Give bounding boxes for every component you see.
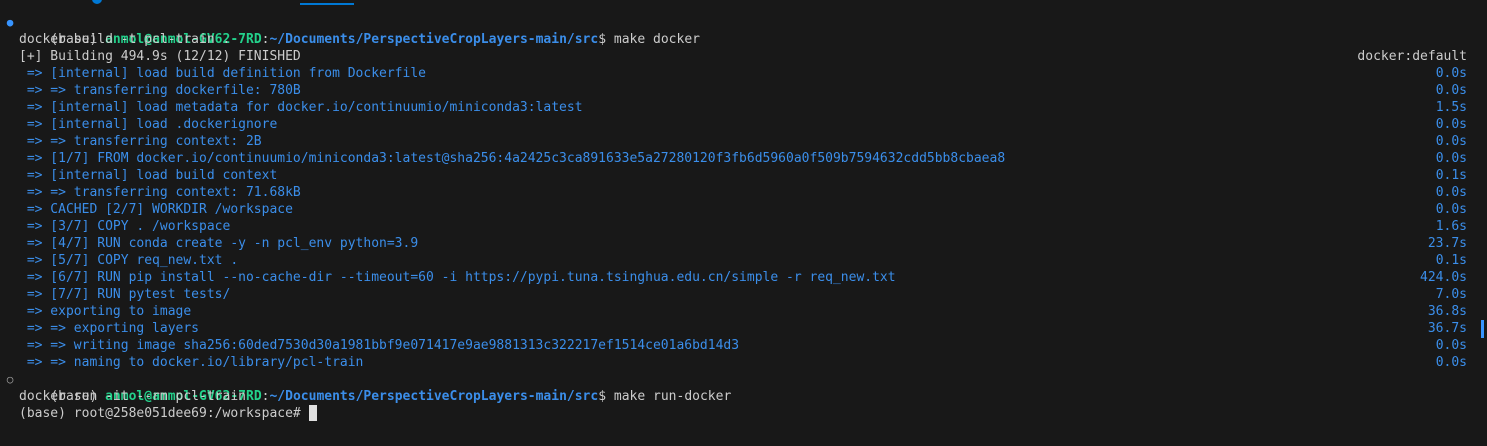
build-step-line: => [5/7] COPY req_new.txt . 0.1s: [0, 252, 1487, 269]
build-step-time: 36.8s: [1427, 304, 1467, 319]
vertical-scrollbar[interactable]: [1473, 0, 1487, 446]
build-step-text: => [1/7] FROM docker.io/continuumio/mini…: [19, 151, 1006, 166]
build-step-text: => => naming to docker.io/library/pcl-tr…: [19, 355, 364, 370]
build-step-time: 0.0s: [1435, 66, 1467, 81]
build-step-text: => [4/7] RUN conda create -y -n pcl_env …: [19, 236, 419, 251]
build-step-time: 1.6s: [1435, 219, 1467, 234]
build-step-text: => => transferring context: 2B: [19, 134, 262, 149]
build-step-time: 0.0s: [1435, 185, 1467, 200]
build-step-line: => exporting to image 36.8s: [0, 303, 1487, 320]
echo-text: docker run -it --rm pcl-train: [19, 389, 246, 404]
command-running-icon[interactable]: ○: [4, 371, 16, 388]
build-step-text: => [internal] load metadata for docker.i…: [19, 100, 583, 115]
build-header: [+] Building 494.9s (12/12) FINISHED dock…: [0, 48, 1487, 65]
build-step-text: => [5/7] COPY req_new.txt .: [19, 253, 239, 268]
active-tab-underline: [300, 3, 354, 5]
build-step-text: => [3/7] COPY . /workspace: [19, 219, 231, 234]
build-step-time: 0.0s: [1435, 151, 1467, 166]
build-step-text: => => writing image sha256:60ded7530d30a…: [19, 338, 740, 353]
terminal-panel[interactable]: ● (base) anmol@anmol-GV62-7RD:~/Documents…: [0, 0, 1487, 446]
build-step-time: 0.1s: [1435, 253, 1467, 268]
build-step-text: => [internal] load build context: [19, 168, 278, 183]
build-step-text: => exporting to image: [19, 304, 192, 319]
build-step-line: => => exporting layers 36.7s: [0, 320, 1487, 337]
text-cursor: [308, 405, 317, 421]
build-step-text: => [internal] load build definition from…: [19, 66, 426, 81]
build-step-line: => => transferring context: 2B 0.0s: [0, 133, 1487, 150]
container-prompt: (base) root@258e051dee69:/workspace#: [19, 406, 309, 421]
container-prompt-line[interactable]: (base) root@258e051dee69:/workspace#: [0, 405, 1487, 422]
build-step-line: => [4/7] RUN conda create -y -n pcl_env …: [0, 235, 1487, 252]
build-step-time: 36.7s: [1427, 321, 1467, 336]
build-step-text: => [7/7] RUN pytest tests/: [19, 287, 231, 302]
build-step-time: 1.5s: [1435, 100, 1467, 115]
build-step-time: 0.0s: [1435, 117, 1467, 132]
build-step-line: => [6/7] RUN pip install --no-cache-dir …: [0, 269, 1487, 286]
build-step-text: => => transferring context: 71.68kB: [19, 185, 301, 200]
build-step-line: => [internal] load build definition from…: [0, 65, 1487, 82]
build-step-time: 23.7s: [1427, 236, 1467, 251]
build-step-time: 0.0s: [1435, 355, 1467, 370]
build-step-line: => => transferring context: 71.68kB 0.0s: [0, 184, 1487, 201]
build-step-time: 7.0s: [1435, 287, 1467, 302]
build-step-text: => [internal] load .dockerignore: [19, 117, 278, 132]
build-step-line: => [internal] load metadata for docker.i…: [0, 99, 1487, 116]
build-step-line: => [3/7] COPY . /workspace 1.6s: [0, 218, 1487, 235]
build-step-line: => CACHED [2/7] WORKDIR /workspace 0.0s: [0, 201, 1487, 218]
prompt-line-2: ○ (base) anmol@anmol-GV62-7RD:~/Documents…: [0, 371, 1487, 404]
scroll-position-marker[interactable]: [1481, 320, 1484, 338]
builder-name: docker:default: [1357, 49, 1467, 64]
build-status: [+] Building 494.9s (12/12) FINISHED: [19, 49, 301, 64]
build-step-line: => => transferring dockerfile: 780B 0.0s: [0, 82, 1487, 99]
prompt-line-1: ● (base) anmol@anmol-GV62-7RD:~/Documents…: [0, 14, 1487, 47]
build-step-time: 0.0s: [1435, 83, 1467, 98]
command-success-icon[interactable]: ●: [4, 14, 16, 31]
build-step-time: 0.0s: [1435, 202, 1467, 217]
build-step-line: => [7/7] RUN pytest tests/7.0s: [0, 286, 1487, 303]
build-step-time: 0.1s: [1435, 168, 1467, 183]
command-echo: docker build -t pcl-train .: [0, 31, 1487, 48]
build-step-line: => => writing image sha256:60ded7530d30a…: [0, 337, 1487, 354]
active-tab-indicator: [92, 0, 102, 4]
build-step-text: => => transferring dockerfile: 780B: [19, 83, 301, 98]
build-step-text: => [6/7] RUN pip install --no-cache-dir …: [19, 270, 896, 285]
build-step-text: => CACHED [2/7] WORKDIR /workspace: [19, 202, 293, 217]
build-step-line: => [internal] load build context 0.1s: [0, 167, 1487, 184]
build-steps: => [internal] load build definition from…: [0, 65, 1487, 371]
build-step-line: => [1/7] FROM docker.io/continuumio/mini…: [0, 150, 1487, 167]
build-step-text: => => exporting layers: [19, 321, 200, 336]
command-echo-2: docker run -it --rm pcl-train: [0, 388, 1487, 405]
echo-text: docker build -t pcl-train .: [19, 32, 231, 47]
top-edge-remnant: [0, 0, 1487, 6]
build-step-time: 0.0s: [1435, 338, 1467, 353]
build-step-time: 424.0s: [1420, 270, 1467, 285]
build-step-line: => => naming to docker.io/library/pcl-tr…: [0, 354, 1487, 371]
build-step-line: => [internal] load .dockerignore 0.0s: [0, 116, 1487, 133]
build-step-time: 0.0s: [1435, 134, 1467, 149]
